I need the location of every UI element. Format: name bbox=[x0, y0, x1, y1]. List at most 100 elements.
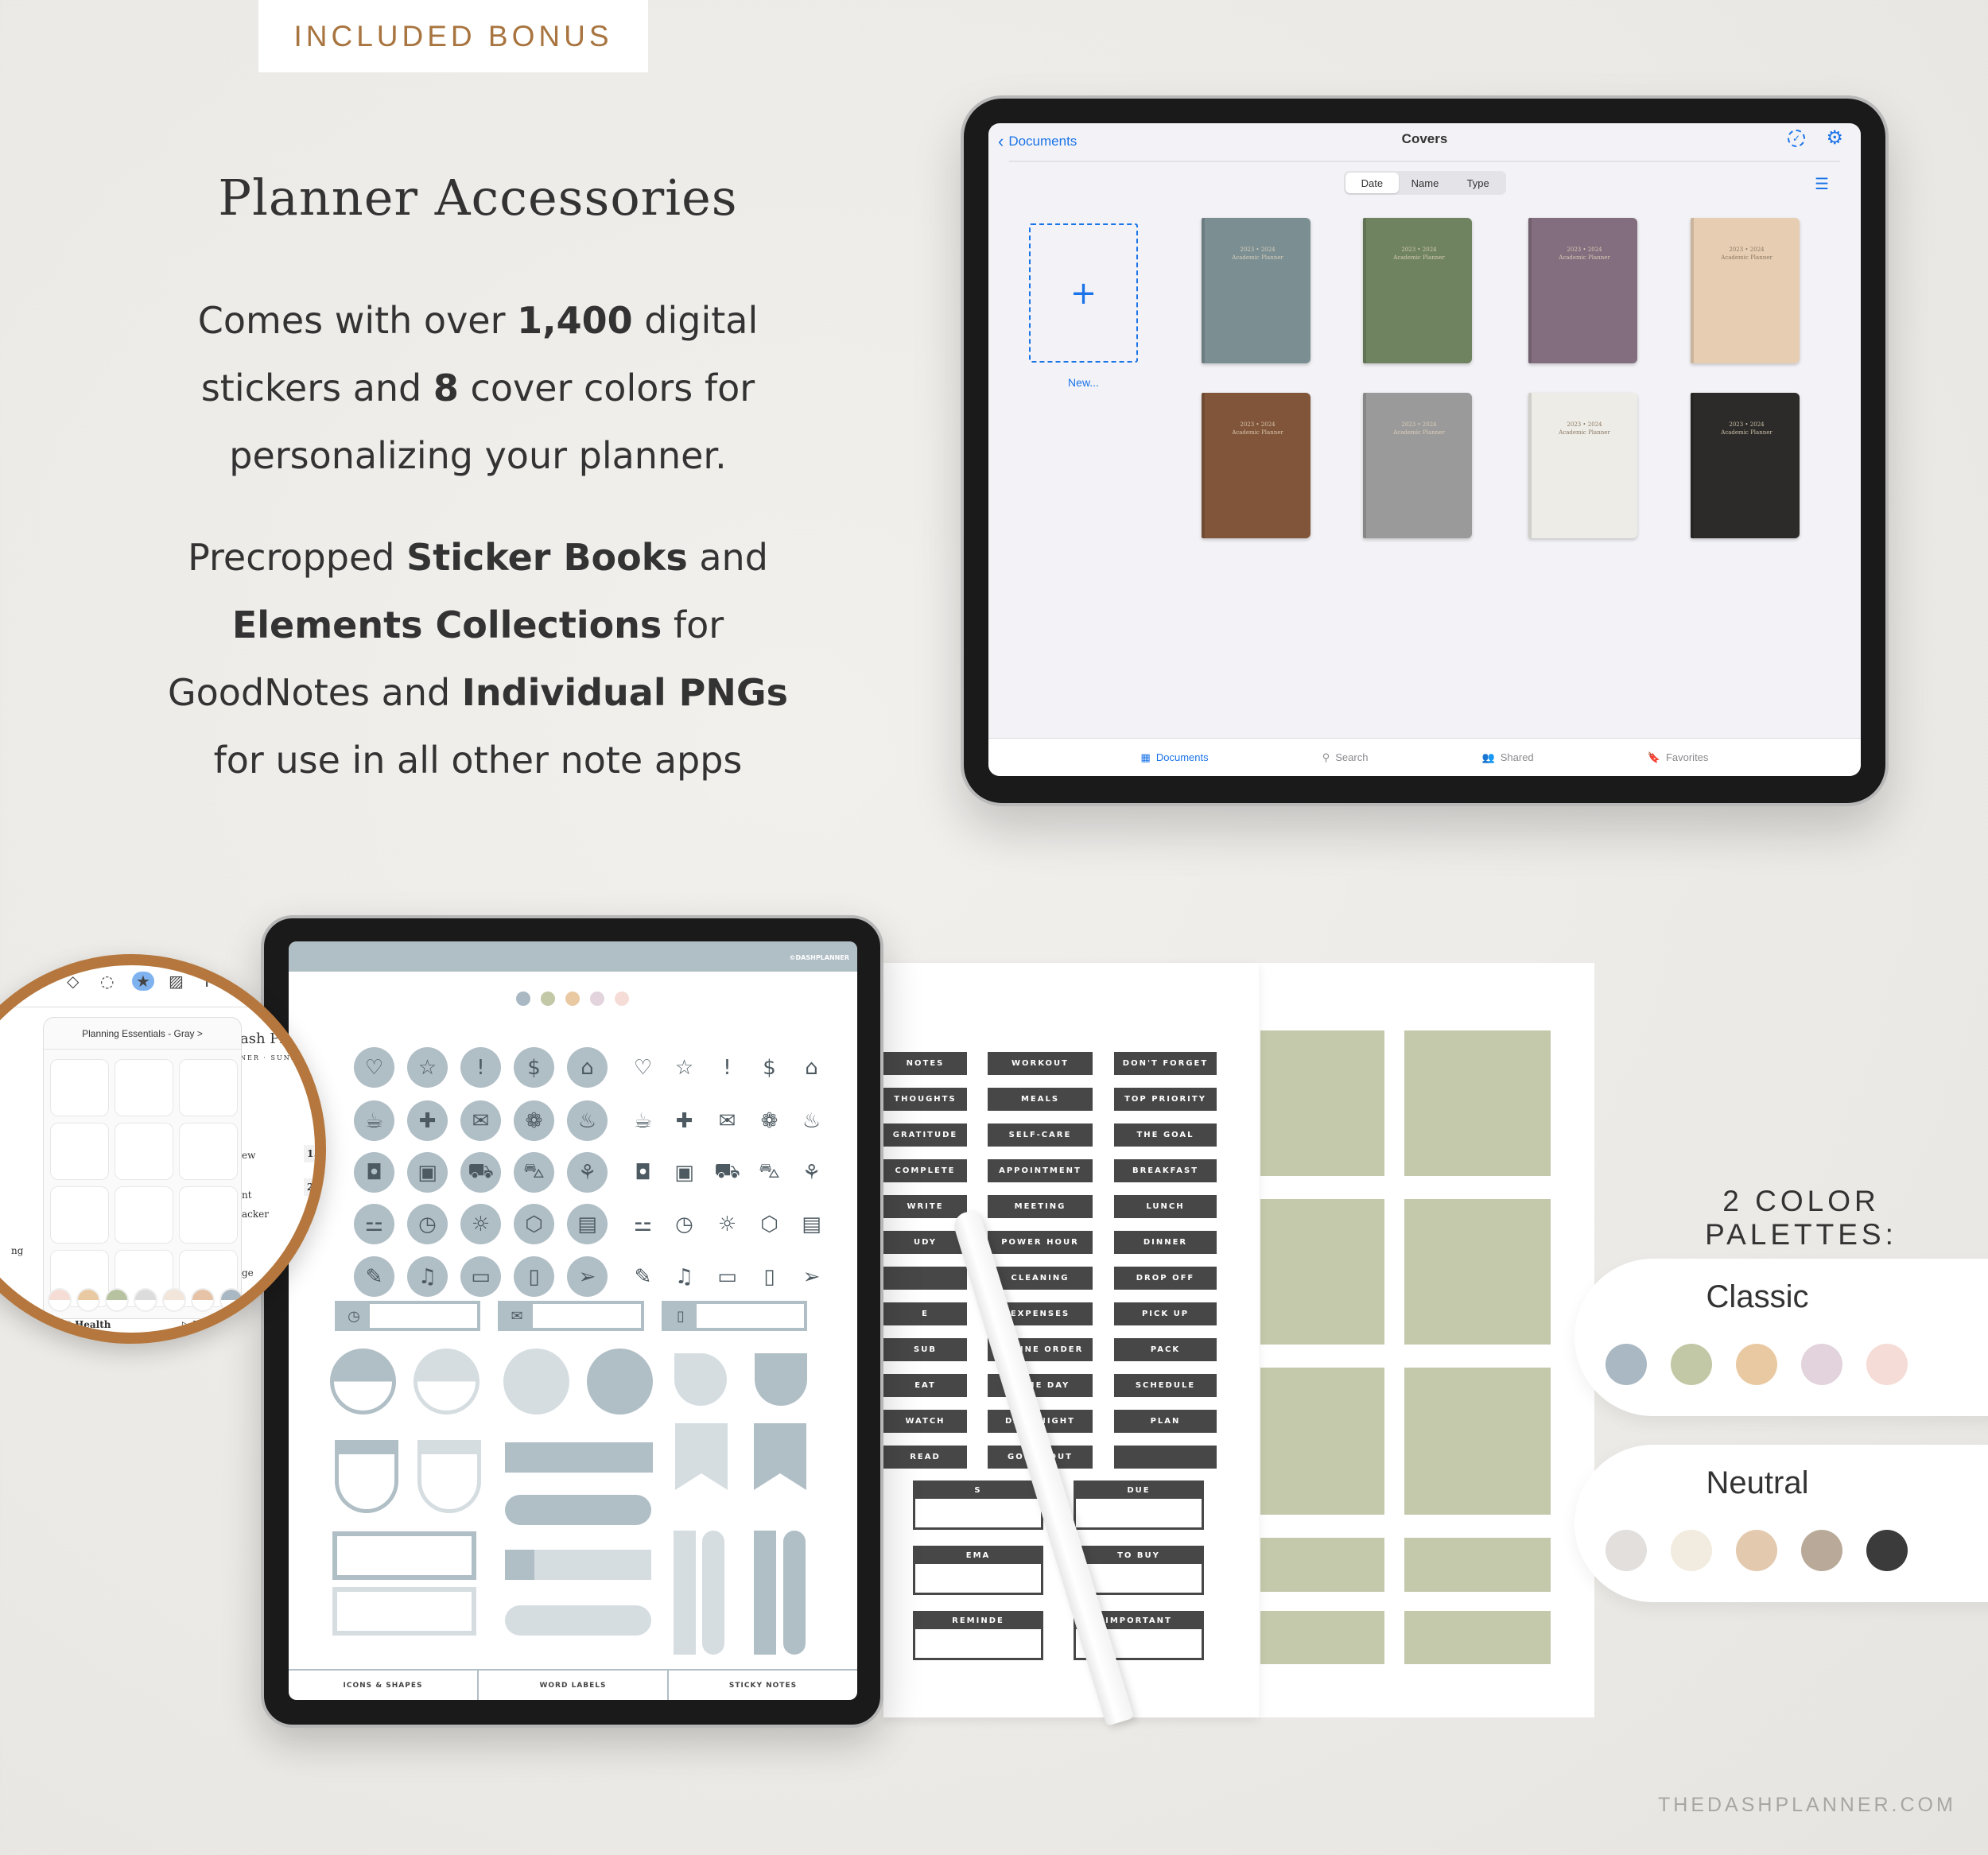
sticker-book-swatch[interactable] bbox=[134, 1288, 157, 1312]
tab-icons-shapes[interactable]: ICONS & SHAPES bbox=[289, 1671, 477, 1700]
planner-cover[interactable]: 2023 • 2024 Academic Planner bbox=[1691, 218, 1800, 363]
clock-icon: ◷ bbox=[338, 1304, 370, 1328]
new-document-button[interactable]: + bbox=[1029, 223, 1138, 363]
sort-date[interactable]: Date bbox=[1345, 173, 1399, 193]
sort-name[interactable]: Name bbox=[1399, 173, 1452, 193]
sticker-tile[interactable] bbox=[50, 1186, 109, 1244]
coffee-cup-icon: ☕ bbox=[354, 1100, 394, 1141]
laptop-icon: ▭ bbox=[717, 1264, 737, 1289]
tab-word-labels[interactable]: WORD LABELS bbox=[477, 1671, 667, 1700]
pill-sticker bbox=[505, 1605, 651, 1636]
lasso-icon[interactable]: ◌ bbox=[100, 972, 114, 991]
dotted-note bbox=[1404, 1368, 1551, 1515]
drop-sticker bbox=[674, 1353, 727, 1406]
section-label: Entert bbox=[192, 1319, 227, 1330]
tab-search[interactable]: ⚲ Search bbox=[1322, 751, 1369, 764]
color-swatch bbox=[1801, 1344, 1842, 1385]
sticker-book-swatch[interactable] bbox=[191, 1288, 215, 1312]
lined-strip bbox=[1404, 1538, 1551, 1592]
tab-shared[interactable]: 👥 Shared bbox=[1482, 751, 1534, 764]
text: Comes with over bbox=[197, 299, 518, 342]
sticker-tile[interactable] bbox=[179, 1186, 238, 1244]
cover-name: Academic Planner bbox=[1559, 429, 1610, 436]
tab-sticky-notes[interactable]: STICKY NOTES bbox=[667, 1671, 857, 1700]
image-icon[interactable]: ▨ bbox=[169, 972, 184, 991]
clock-icon: ◷ bbox=[407, 1204, 448, 1244]
word-label-sticker: SUB bbox=[883, 1338, 967, 1361]
text-fragment: ew bbox=[242, 1150, 256, 1161]
text-tool-icon[interactable]: T bbox=[202, 972, 212, 991]
planner-cover[interactable]: 2023 • 2024 Academic Planner bbox=[1202, 218, 1310, 363]
palette-dot[interactable] bbox=[516, 992, 530, 1006]
planner-cover[interactable]: 2023 • 2024 Academic Planner bbox=[1528, 393, 1637, 538]
cover-count: 8 bbox=[433, 367, 459, 409]
planner-cover[interactable]: 2023 • 2024 Academic Planner bbox=[1202, 393, 1310, 538]
planner-cover[interactable]: 2023 • 2024 Academic Planner bbox=[1363, 393, 1472, 538]
sticker-tile[interactable] bbox=[50, 1123, 109, 1180]
word-label-sticker: CLEANING bbox=[988, 1267, 1093, 1290]
sticker-tile[interactable] bbox=[179, 1123, 238, 1180]
cover-name: Academic Planner bbox=[1721, 254, 1773, 261]
tab-label: Favorites bbox=[1665, 751, 1709, 763]
text-bold: Individual PNGs bbox=[461, 671, 788, 714]
palette-dot[interactable] bbox=[565, 992, 580, 1006]
note-strip bbox=[1260, 1611, 1384, 1664]
word-label-sticker: EAT bbox=[883, 1374, 967, 1397]
cover-year: 2023 • 2024 bbox=[1729, 421, 1765, 428]
sticker-book-selector[interactable]: Planning Essentials - Gray > bbox=[44, 1018, 241, 1050]
gear-icon[interactable]: ⚙ bbox=[1826, 126, 1843, 149]
note-strip bbox=[1260, 1538, 1384, 1592]
planner-cover[interactable]: 2023 • 2024 Academic Planner bbox=[1528, 218, 1637, 363]
sticker-book-swatch[interactable] bbox=[162, 1288, 186, 1312]
sticker-tile[interactable] bbox=[179, 1059, 238, 1116]
sticker-book-swatch[interactable] bbox=[76, 1288, 100, 1312]
tab-label: Search bbox=[1335, 751, 1369, 763]
text: stickers and bbox=[200, 367, 433, 409]
paper-plane-icon: ➢ bbox=[802, 1264, 821, 1289]
new-document-label[interactable]: New... bbox=[1029, 376, 1138, 389]
color-swatch bbox=[1866, 1344, 1908, 1385]
tab-favorites[interactable]: 🔖 Favorites bbox=[1648, 751, 1709, 764]
color-swatch bbox=[1671, 1530, 1712, 1571]
sticker-book-swatch[interactable] bbox=[105, 1288, 129, 1312]
planner-cover[interactable]: 2023 • 2024 Academic Planner bbox=[1691, 393, 1800, 538]
sticker-tile[interactable] bbox=[115, 1186, 173, 1244]
word-label-sticker: DON'T FORGET bbox=[1114, 1052, 1217, 1075]
word-label-sticker: WORKOUT bbox=[988, 1052, 1093, 1075]
time-bar-sticker: ◷ bbox=[335, 1301, 480, 1331]
clock-icon: ◷ bbox=[675, 1212, 693, 1236]
sticker-book-screen: ©DASHPLANNER ♡ ♡ ☆ ☆!! $ $ ⌂ ⌂ ☕ ☕ ✚ ✚ ✉ ✉ ❁ ❁ ♨ ♨ ◘ ◘ ▣ ▣ ⛟ ⛟ ⛍… bbox=[289, 941, 857, 1700]
tab-documents[interactable]: ▦ Documents bbox=[1141, 751, 1209, 764]
word-label-sticker: MEALS bbox=[988, 1088, 1093, 1111]
palette-dot[interactable] bbox=[590, 992, 604, 1006]
palette-dot[interactable] bbox=[615, 992, 629, 1006]
color-swatch bbox=[1606, 1530, 1647, 1571]
box-icon: ⬡ bbox=[514, 1204, 554, 1244]
flag-sticker bbox=[505, 1442, 653, 1473]
palette-dot[interactable] bbox=[541, 992, 555, 1006]
sticker-tile[interactable] bbox=[115, 1123, 173, 1180]
pocket-sticker bbox=[417, 1440, 481, 1513]
grid-note bbox=[1260, 1030, 1384, 1176]
sticker-book-swatch[interactable] bbox=[48, 1288, 72, 1312]
sticker-tile[interactable] bbox=[50, 1059, 109, 1116]
half-circle-sticker bbox=[414, 1349, 480, 1415]
shapes-tool-icon[interactable]: ◇ bbox=[67, 972, 79, 991]
text-fragment: ng bbox=[11, 1245, 24, 1256]
lightbulb-icon: ☼ bbox=[717, 1212, 737, 1236]
backpack-icon: ◘ bbox=[635, 1160, 651, 1185]
back-button[interactable]: ‹ Documents bbox=[998, 131, 1077, 152]
select-icon[interactable]: ✓ bbox=[1788, 130, 1805, 147]
cover-name: Academic Planner bbox=[1232, 429, 1283, 436]
ipad-covers: ‹ Documents Covers ✓ ⚙ Date Name Type ☰ +… bbox=[961, 95, 1889, 806]
sticky-note-sticker: DUE bbox=[1074, 1481, 1204, 1530]
sticker-tool-icon[interactable]: ★ bbox=[132, 972, 154, 991]
sticker-tile[interactable] bbox=[115, 1059, 173, 1116]
word-label-sticker: POWER HOUR bbox=[988, 1231, 1093, 1254]
sticker-book-swatch[interactable] bbox=[219, 1288, 241, 1312]
cover-year: 2023 • 2024 bbox=[1401, 421, 1437, 428]
sort-type[interactable]: Type bbox=[1451, 173, 1505, 193]
heart-icon: ♡ bbox=[633, 1055, 653, 1080]
planner-cover[interactable]: 2023 • 2024 Academic Planner bbox=[1363, 218, 1472, 363]
list-view-icon[interactable]: ☰ bbox=[1815, 174, 1829, 193]
